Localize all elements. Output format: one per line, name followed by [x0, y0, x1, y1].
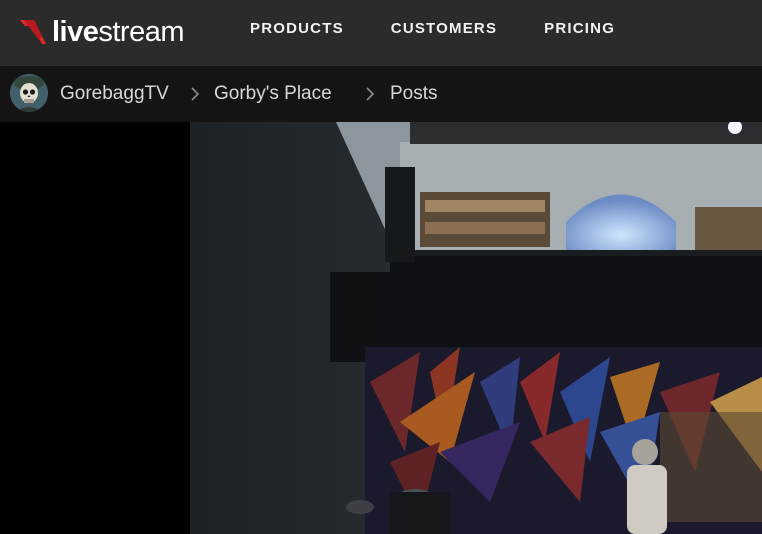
chevron-right-icon — [191, 87, 200, 101]
logo-wordmark: livestream — [52, 15, 185, 48]
livestream-logo-icon — [20, 20, 46, 44]
nav-products[interactable]: PRODUCTS — [250, 20, 344, 37]
nav-customers[interactable]: CUSTOMERS — [391, 20, 497, 37]
skull-avatar-icon[interactable] — [10, 74, 48, 112]
logo-wordmark-light: stream — [98, 15, 185, 48]
breadcrumb: GorebaggTV Gorby's Place Posts — [0, 66, 762, 122]
video-player[interactable] — [0, 122, 762, 534]
chevron-right-icon — [366, 87, 375, 101]
main-nav: PRODUCTS CUSTOMERS PRICING — [250, 0, 662, 57]
video-still-image — [190, 122, 762, 534]
livestream-logo[interactable]: livestream — [20, 12, 185, 52]
breadcrumb-posts-link[interactable]: Posts — [390, 66, 438, 122]
breadcrumb-event-link[interactable]: Gorby's Place — [214, 66, 332, 122]
breadcrumb-channel-link[interactable]: GorebaggTV — [60, 66, 169, 122]
logo-wordmark-bold: live — [52, 15, 99, 48]
top-navigation-bar: livestream PRODUCTS CUSTOMERS PRICING — [0, 0, 762, 66]
nav-pricing[interactable]: PRICING — [544, 20, 615, 37]
video-frame[interactable] — [190, 122, 762, 534]
